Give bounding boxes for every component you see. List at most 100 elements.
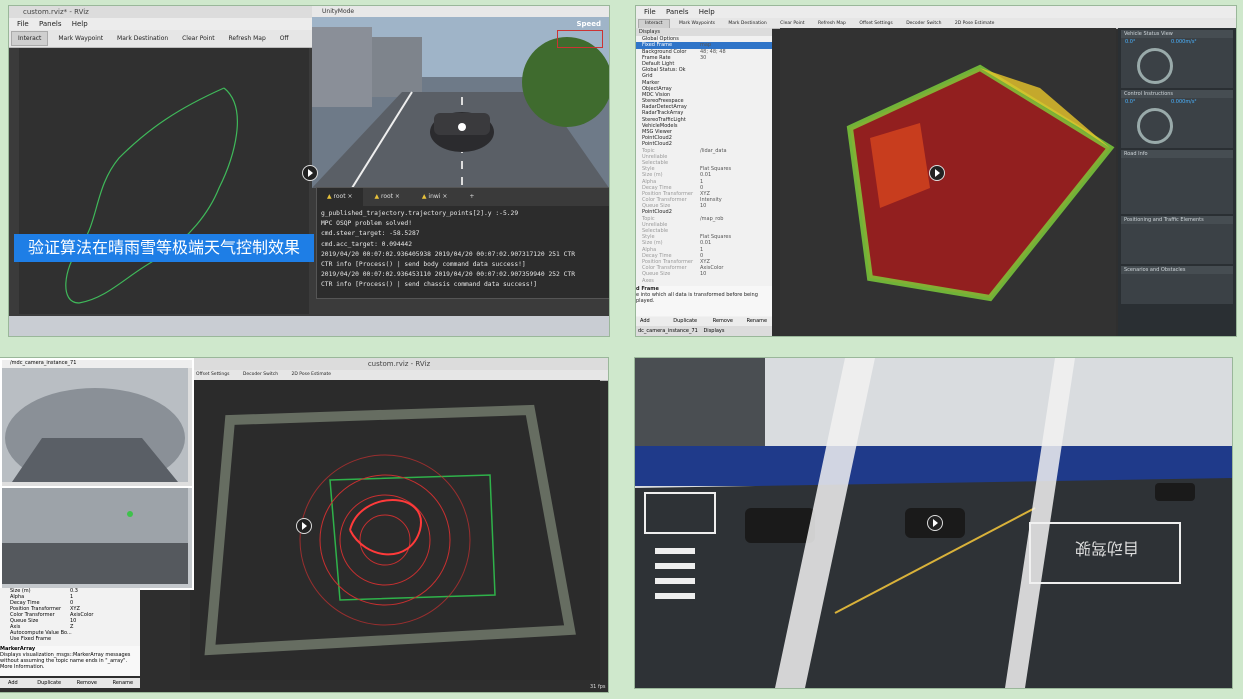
display-row-label: VehicleModels: [642, 122, 678, 129]
property-row[interactable]: Use Fixed Frame: [0, 636, 140, 642]
camera-title: /mdc_camera_instance_71: [2, 360, 192, 368]
menu-file[interactable]: File: [17, 20, 29, 28]
frame-help: d Frame e into which all data is transfo…: [636, 286, 772, 316]
display-row-label: Fixed Frame: [642, 42, 673, 49]
fisheye-camera-view: /mdc_camera_instance_71: [0, 358, 194, 490]
displays-panel: Displays Global Options Fixed Frame map Bac…: [636, 28, 772, 318]
menu-panels[interactable]: Panels: [666, 8, 689, 16]
duplicate-button[interactable]: Duplicate: [37, 680, 61, 686]
tab-displays[interactable]: Displays: [703, 328, 724, 334]
speed-gauge: [557, 30, 603, 48]
remove-button[interactable]: Remove: [77, 680, 97, 686]
display-row-label: StereoFreespace: [642, 98, 684, 105]
rename-button[interactable]: Rename: [747, 318, 768, 324]
displays-title: Displays: [636, 28, 772, 37]
display-row[interactable]: Axes: [636, 278, 772, 284]
marker-buttons: Add Duplicate Remove Rename: [0, 678, 140, 688]
terminal-tab-inwi[interactable]: ▲ inwi ×: [412, 188, 458, 206]
display-row-label: Default Light: [642, 60, 675, 67]
rviz-3d-view[interactable]: [19, 48, 309, 314]
interact-tool[interactable]: Interact: [11, 31, 49, 46]
display-row-label: RadarDetectArray: [642, 104, 687, 111]
tab-camera[interactable]: dc_camera_instance_71: [638, 328, 698, 334]
add-button[interactable]: Add: [8, 680, 18, 686]
display-row-label: Global Status: Ok: [642, 67, 686, 74]
refresh-map-tool[interactable]: Refresh Map: [223, 30, 272, 47]
steer-angle: 0.0°: [1125, 39, 1136, 45]
display-row-label: RadarTrackArray: [642, 110, 684, 117]
menu-help[interactable]: Help: [699, 8, 715, 16]
rviz-camera-panel: custom.rviz - RViz Offset Settings Decod…: [0, 358, 608, 692]
display-row-label: Alpha: [642, 178, 657, 185]
terminal-tab-root[interactable]: ▲ root ×: [317, 188, 363, 206]
rviz-unity-panel: custom.rviz* - RViz File Panels Help Int…: [9, 6, 609, 336]
display-row-label: Topic: [642, 215, 655, 222]
play-icon[interactable]: [927, 515, 943, 531]
clear-point-tool[interactable]: Clear Point: [176, 30, 221, 47]
display-buttons: Add Duplicate Remove Rename: [636, 317, 772, 326]
terminal-tab-root-2[interactable]: ▲ root ×: [364, 188, 410, 206]
road-info-title: Road Info: [1121, 150, 1233, 158]
menu-panels[interactable]: Panels: [39, 20, 62, 28]
marker-help-text: Displays visualization_msgs::MarkerArray…: [0, 652, 131, 670]
positioning-title: Positioning and Traffic Elements: [1121, 216, 1233, 224]
unity-title: UnityMode: [312, 6, 609, 17]
props-table: Size (m) 0.3 Alpha 1 Decay Time 0 Position Tra…: [0, 588, 140, 648]
pose-estimate-tool[interactable]: 2D Pose Estimate: [286, 370, 338, 380]
vehicle-info-panel: Vehicle Status View 0.0° 0.000m/s² Contr…: [1118, 28, 1236, 336]
display-row-label: Alpha: [642, 246, 657, 253]
display-row-label: PointCloud2: [642, 135, 672, 142]
display-row-label: Style: [642, 234, 655, 241]
display-row-label: Color Transformer: [642, 265, 687, 272]
display-row-label: Unreliable: [642, 153, 668, 160]
video-caption: 验证算法在晴雨雪等极端天气控制效果: [14, 234, 315, 262]
duplicate-button[interactable]: Duplicate: [673, 318, 697, 324]
terminal-tabs: ▲ root × ▲ root × ▲ inwi × +: [317, 188, 609, 206]
play-icon[interactable]: [302, 165, 318, 181]
display-row-label: Position Transformer: [642, 190, 694, 197]
display-row-label: Marker: [642, 79, 660, 86]
remove-button[interactable]: Remove: [713, 318, 733, 324]
mark-waypoint-tool[interactable]: Mark Waypoint: [52, 30, 109, 47]
control-steer: 0.0°: [1125, 99, 1136, 105]
offset-tool[interactable]: Off: [274, 30, 295, 47]
display-row-label: ObjectArray: [642, 85, 672, 92]
display-row-label: Axes: [642, 277, 654, 284]
steering-wheel-icon: [1137, 48, 1173, 84]
terminal-output: g_published_trajectory.trajectory_points…: [321, 210, 576, 289]
speed-label: Speed: [576, 20, 601, 28]
display-row-label: Color Transformer: [642, 197, 687, 204]
menu-help[interactable]: Help: [72, 20, 88, 28]
control-instructions-section: Control Instructions 0.0° 0.000m/s²: [1121, 90, 1233, 148]
front-camera-view: [0, 486, 194, 590]
frame-help-text: e into which all data is transformed bef…: [636, 292, 758, 304]
add-tab-icon[interactable]: +: [459, 188, 484, 206]
map-3d-view[interactable]: [190, 380, 600, 680]
display-row-label: Selectable: [642, 159, 669, 166]
pointcloud-view[interactable]: [780, 28, 1116, 336]
display-row-label: Grid: [642, 73, 653, 80]
trajectory-path: [65, 87, 238, 304]
decoder-switch-tool[interactable]: Decoder Switch: [237, 370, 284, 380]
display-row-label: PointCloud2: [642, 209, 672, 216]
play-icon[interactable]: [929, 165, 945, 181]
display-row-label: Size (m): [642, 172, 663, 179]
play-icon[interactable]: [296, 518, 312, 534]
mark-destination-tool[interactable]: Mark Destination: [111, 30, 174, 47]
menu-file[interactable]: File: [644, 8, 656, 16]
rviz-pointcloud-panel: File Panels Help Interact Mark Waypoints…: [636, 6, 1236, 336]
offset-settings-tool[interactable]: Offset Settings: [190, 370, 235, 380]
marker-help: MarkerArray Displays visualization_msgs:…: [0, 646, 140, 676]
terminal-window: ▲ root × ▲ root × ▲ inwi × + g_published…: [316, 187, 609, 299]
scenarios-section: Scenarios and Obstacles: [1121, 266, 1233, 304]
add-button[interactable]: Add: [640, 318, 650, 324]
display-row-label: Queue Size: [642, 203, 671, 210]
display-row-label: Decay Time: [642, 252, 672, 259]
robot-track-photo: 自动驾驶: [635, 358, 1232, 688]
road-info-section: Road Info: [1121, 150, 1233, 214]
vehicle-status-title: Vehicle Status View: [1121, 30, 1233, 38]
fps-label: 31 fps: [590, 684, 606, 690]
unity-sim-window: UnityMode Speed: [312, 6, 609, 188]
rename-button[interactable]: Rename: [113, 680, 134, 686]
display-row-label: StereoTrafficLight: [642, 116, 686, 123]
